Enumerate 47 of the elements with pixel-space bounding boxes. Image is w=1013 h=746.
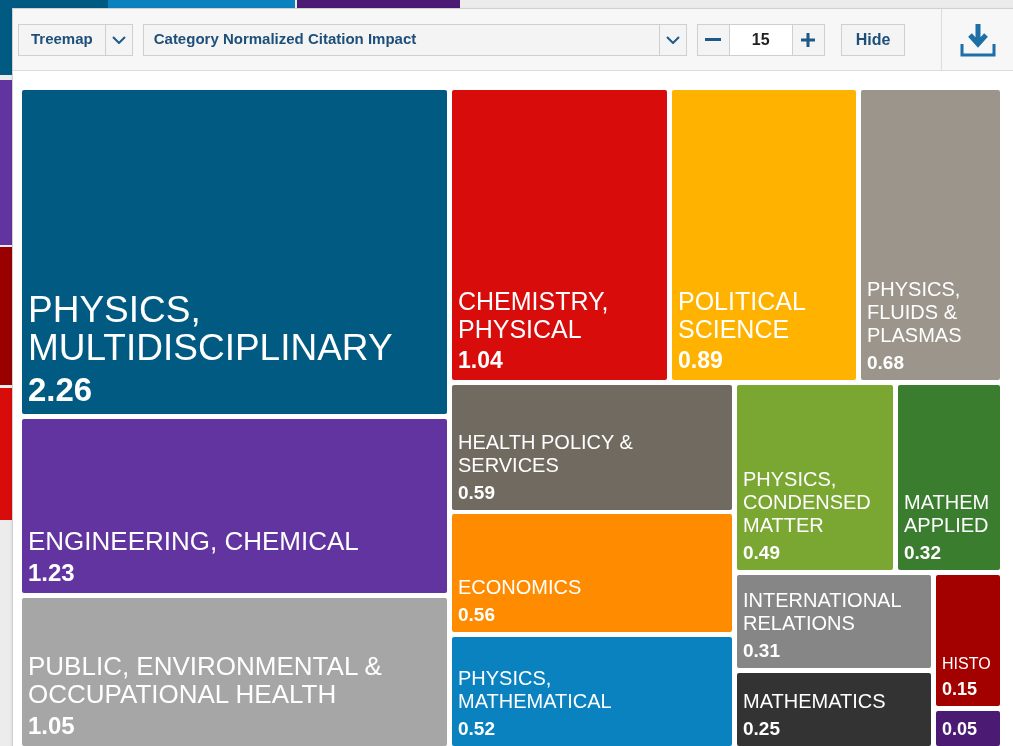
tile-value: 0.89 [678,349,724,372]
tile-label: PHYSICS, CONDENSED MATTER [743,468,872,537]
tile-value: 0.05 [942,720,979,738]
tile-label: MATHEMATICS [743,690,887,713]
treemap-tile[interactable]: PHYSICS, FLUIDS & PLASMAS 0.68 [861,90,1000,380]
treemap-tile[interactable]: PHYSICS, MATHEMATICAL 0.52 [452,637,732,746]
treemap-tile[interactable]: PHYSICS, MULTIDISCIPLINARY 2.26 [22,90,447,414]
view-select[interactable]: Treemap [18,23,133,56]
tile-value: 0.31 [743,641,781,660]
tile-label: ECONOMICS [458,576,583,599]
treemap-tile[interactable]: MATHEM APPLIED 0.32 [898,385,1000,570]
tile-value: 1.05 [28,714,76,738]
metric-select[interactable]: Category Normalized Citation Impact [142,23,687,56]
treemap-tile[interactable]: 0.05 [936,711,1000,746]
treemap-tile[interactable]: ENGINEERING, CHEMICAL 1.23 [22,419,447,593]
tile-label: POLITICAL SCIENCE [678,287,807,343]
tile-label: CHEMISTRY, PHYSICAL [458,287,610,343]
tile-value: 2.26 [28,373,94,406]
tile-value: 0.56 [458,605,496,624]
tile-value: 1.23 [28,561,76,585]
tile-value: 0.15 [942,680,979,698]
tile-label: MATHEM APPLIED [904,491,991,537]
tile-label: PUBLIC, ENVIRONMENTAL & OCCUPATIONAL HEALTH [28,652,383,708]
treemap-tile[interactable]: CHEMISTRY, PHYSICAL 1.04 [452,90,667,380]
treemap-tile[interactable]: HISTO 0.15 [936,575,1000,706]
tile-label: PHYSICS, MULTIDISCIPLINARY [28,291,394,367]
caret-icon [111,35,126,44]
tile-label: INTERNATIONAL RELATIONS [743,589,903,635]
tile-label: PHYSICS, FLUIDS & PLASMAS [867,278,963,347]
treemap-tile[interactable]: INTERNATIONAL RELATIONS 0.31 [737,575,931,668]
tile-label: ENGINEERING, CHEMICAL [28,527,360,555]
treemap-tile[interactable]: HEALTH POLICY & SERVICES 0.59 [452,385,732,510]
treemap-tile[interactable]: PHYSICS, CONDENSED MATTER 0.49 [737,385,893,570]
tile-value: 1.04 [458,349,504,372]
tile-value: 0.52 [458,719,496,738]
treemap-tile[interactable]: MATHEMATICS 0.25 [737,673,931,746]
tile-value: 0.32 [904,543,942,562]
tile-value: 0.25 [743,719,781,738]
tile-value: 0.59 [458,483,496,502]
tile-value: 0.49 [743,543,781,562]
tile-label: PHYSICS, MATHEMATICAL [458,667,613,713]
tile-label: HEALTH POLICY & SERVICES [458,431,634,477]
tile-value: 0.68 [867,353,905,372]
tile-label: HISTO [942,654,992,674]
hide-button[interactable]: Hide [840,23,906,56]
caret-icon [665,35,680,44]
download-icon[interactable] [958,21,997,58]
